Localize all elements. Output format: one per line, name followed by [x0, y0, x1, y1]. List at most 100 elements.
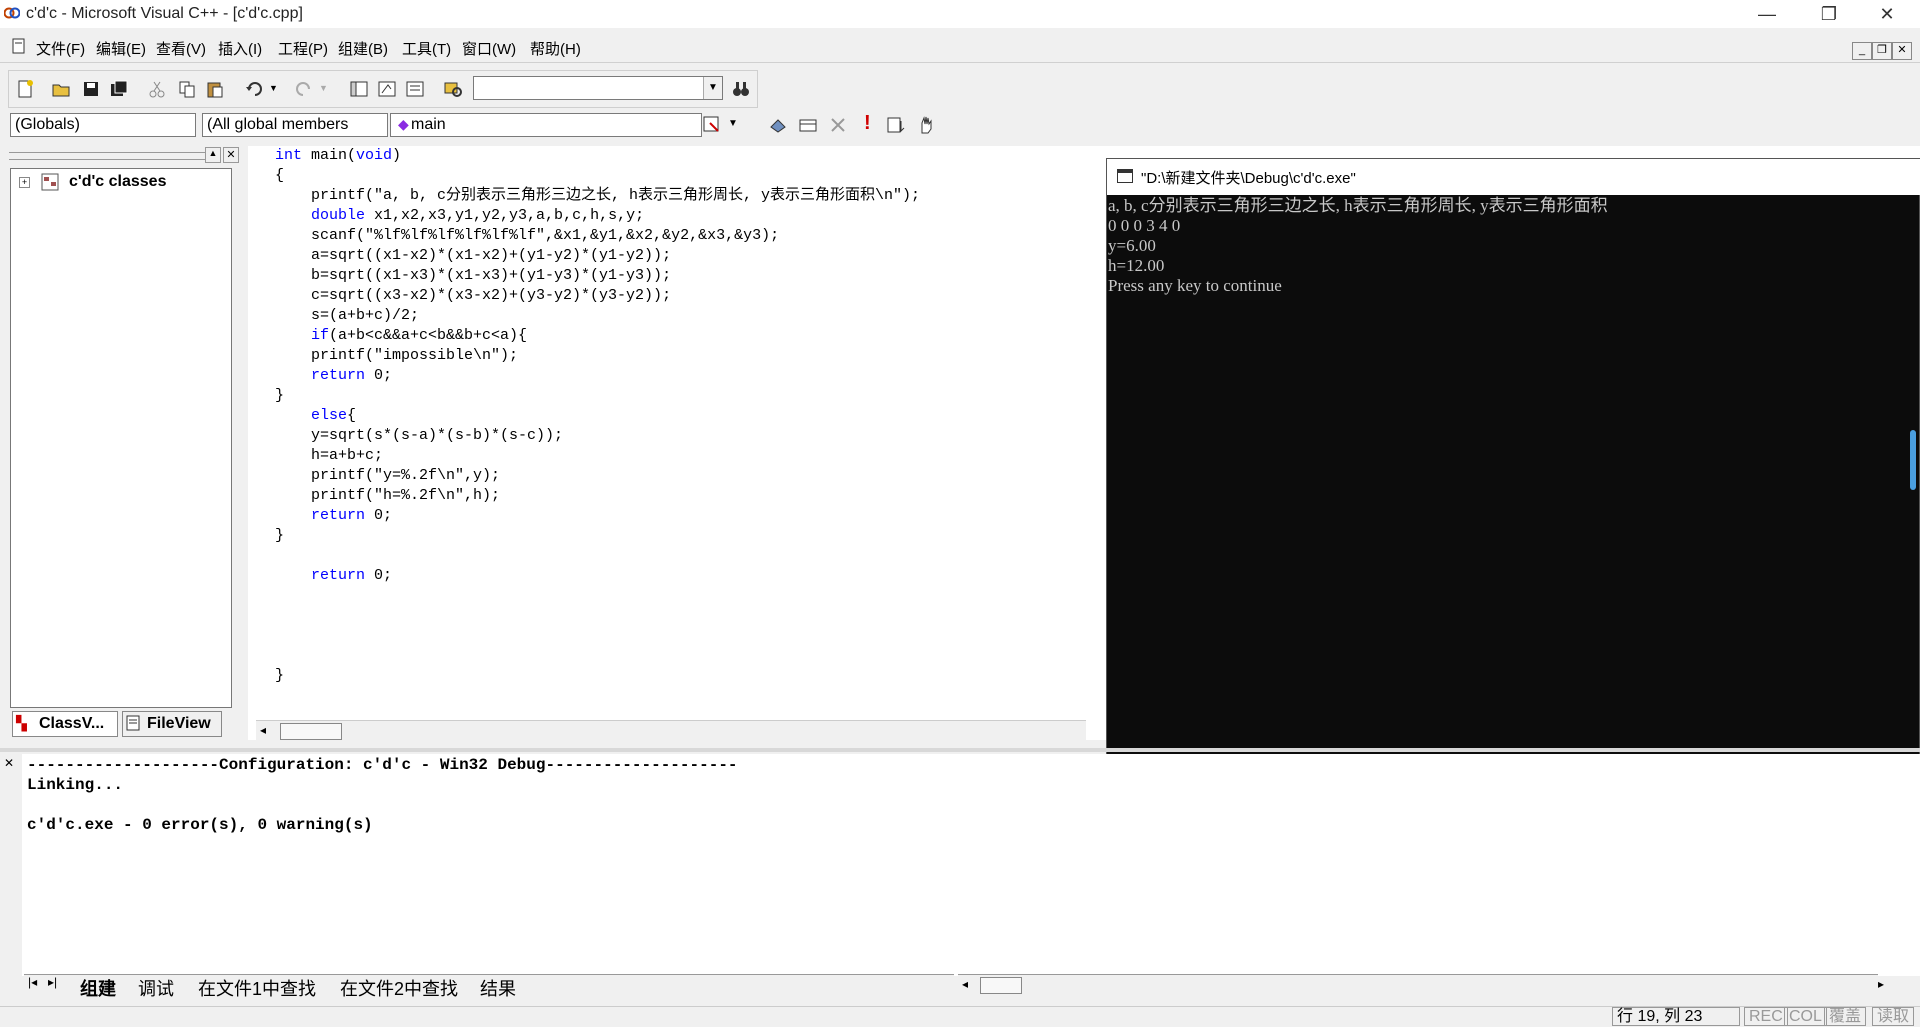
tab-debug[interactable]: 调试	[138, 975, 174, 1001]
source-code[interactable]: int main(void){ printf("a, b, c分别表示三角形三边…	[275, 146, 920, 686]
output-scroll-right-icon[interactable]: ▸	[1878, 977, 1884, 991]
go-debug-icon[interactable]	[886, 115, 906, 135]
tab-scroll-left-icon[interactable]: |◂	[28, 975, 37, 989]
redo-icon[interactable]	[293, 79, 313, 99]
code-line[interactable]: else{	[275, 406, 920, 426]
output-close-icon[interactable]: ✕	[4, 756, 14, 770]
menu-build[interactable]: 组建(B)	[338, 38, 388, 59]
code-line[interactable]: y=sqrt(s*(s-a)*(s-b)*(s-c));	[275, 426, 920, 446]
code-line[interactable]: printf("y=%.2f\n",y);	[275, 466, 920, 486]
breakpoint-hand-icon[interactable]	[916, 115, 936, 135]
scope-combo[interactable]: (Globals)	[10, 113, 196, 137]
build-icon[interactable]	[798, 115, 818, 135]
code-line[interactable]: a=sqrt((x1-x2)*(x1-x2)+(y1-y2)*(y1-y2));	[275, 246, 920, 266]
code-line[interactable]: }	[275, 386, 920, 406]
menu-tools[interactable]: 工具(T)	[402, 38, 451, 59]
member-combo[interactable]: main	[390, 113, 702, 137]
tab-find-in-files-1[interactable]: 在文件1中查找	[198, 975, 316, 1001]
code-line[interactable]: double x1,x2,x3,y1,y2,y3,a,b,c,h,s,y;	[275, 206, 920, 226]
tab-scroll-right-icon[interactable]: ▸|	[48, 975, 57, 989]
output-horizontal-scrollbar[interactable]: ◂ ▸	[958, 974, 1884, 995]
code-line[interactable]	[275, 606, 920, 626]
workspace-icon[interactable]	[349, 79, 369, 99]
code-line[interactable]	[275, 646, 920, 666]
menu-help[interactable]: 帮助(H)	[530, 38, 581, 59]
paste-icon[interactable]	[205, 79, 225, 99]
scroll-left-icon[interactable]: ◂	[260, 723, 266, 737]
workspace-close-icon[interactable]: ✕	[223, 147, 239, 163]
new-file-icon[interactable]	[15, 79, 35, 99]
code-line[interactable]: {	[275, 166, 920, 186]
restore-button[interactable]: ❐	[1806, 0, 1852, 28]
output-scroll-thumb[interactable]	[980, 977, 1022, 994]
find-in-files-icon[interactable]	[443, 79, 463, 99]
editor-horizontal-scrollbar[interactable]: ◂	[256, 720, 1086, 741]
workspace-gripper[interactable]	[9, 152, 205, 160]
output-window-icon[interactable]	[377, 79, 397, 99]
workspace-maximize-icon[interactable]: ▲	[205, 147, 221, 163]
code-line[interactable]: b=sqrt((x1-x3)*(x1-x3)+(y1-y3)*(y1-y3));	[275, 266, 920, 286]
save-all-icon[interactable]	[109, 79, 129, 99]
code-line[interactable]: printf("impossible\n");	[275, 346, 920, 366]
menu-view[interactable]: 查看(V)	[156, 38, 206, 59]
output-scroll-left-icon[interactable]: ◂	[962, 977, 968, 991]
save-icon[interactable]	[81, 79, 101, 99]
menu-edit[interactable]: 编辑(E)	[96, 38, 146, 59]
scroll-thumb[interactable]	[280, 723, 342, 740]
code-text: a=sqrt((x1-x2)*(x1-x2)+(y1-y2)*(y1-y2));	[275, 247, 672, 264]
code-line[interactable]: int main(void)	[275, 146, 920, 166]
expand-icon[interactable]: +	[19, 177, 30, 188]
undo-icon[interactable]	[245, 79, 265, 99]
chevron-down-icon[interactable]: ▼	[703, 77, 722, 99]
code-line[interactable]: if(a+b<c&&a+c<b&&b+c<a){	[275, 326, 920, 346]
mdi-minimize-button[interactable]: _	[1852, 42, 1872, 60]
console-scroll-indicator[interactable]	[1910, 430, 1916, 490]
tab-results[interactable]: 结果	[480, 975, 516, 1001]
console-output: a, b, c分别表示三角形三边之长, h表示三角形周长, y表示三角形面积 0 …	[1108, 196, 1608, 296]
code-line[interactable]: scanf("%lf%lf%lf%lf%lf%lf",&x1,&y1,&x2,&…	[275, 226, 920, 246]
code-line[interactable]	[275, 626, 920, 646]
code-line[interactable]	[275, 586, 920, 606]
filter-combo[interactable]: (All global members	[202, 113, 388, 137]
copy-icon[interactable]	[177, 79, 197, 99]
tab-classview[interactable]: ClassV...	[12, 711, 118, 737]
find-binoculars-icon[interactable]	[731, 79, 751, 99]
code-line[interactable]: printf("a, b, c分别表示三角形三边之长, h表示三角形周长, y表…	[275, 186, 920, 206]
compile-icon[interactable]	[768, 115, 788, 135]
code-line[interactable]: s=(a+b+c)/2;	[275, 306, 920, 326]
menu-insert[interactable]: 插入(I)	[218, 38, 262, 59]
window-list-icon[interactable]	[405, 79, 425, 99]
code-line[interactable]: }	[275, 666, 920, 686]
tree-root-label[interactable]: c'd'c classes	[69, 173, 166, 191]
stop-build-icon[interactable]	[828, 115, 848, 135]
code-line[interactable]: h=a+b+c;	[275, 446, 920, 466]
class-tree: + c'd'c classes	[10, 168, 232, 708]
code-text: }	[275, 527, 285, 544]
code-line[interactable]: }	[275, 526, 920, 546]
open-folder-icon[interactable]	[51, 79, 71, 99]
cut-icon[interactable]	[147, 79, 167, 99]
tab-build[interactable]: 组建	[80, 975, 116, 1001]
wizard-dropdown-icon[interactable]: ▼	[728, 118, 738, 129]
menu-project[interactable]: 工程(P)	[278, 38, 328, 59]
menu-file[interactable]: 文件(F)	[36, 38, 85, 59]
mdi-close-button[interactable]: ✕	[1892, 42, 1912, 60]
code-line[interactable]: printf("h=%.2f\n",h);	[275, 486, 920, 506]
code-line[interactable]: return 0;	[275, 366, 920, 386]
redo-dropdown-icon[interactable]: ▼	[319, 83, 328, 93]
menu-window[interactable]: 窗口(W)	[462, 38, 516, 59]
close-button[interactable]: ✕	[1864, 0, 1910, 28]
minimize-button[interactable]: —	[1744, 0, 1790, 28]
code-line[interactable]: return 0;	[275, 506, 920, 526]
mdi-restore-button[interactable]: ❐	[1872, 42, 1892, 60]
undo-dropdown-icon[interactable]: ▼	[269, 83, 278, 93]
splitter[interactable]	[0, 748, 1920, 752]
wizard-action-icon[interactable]	[702, 115, 722, 135]
code-line[interactable]	[275, 546, 920, 566]
tab-find-in-files-2[interactable]: 在文件2中查找	[340, 975, 458, 1001]
code-line[interactable]: return 0;	[275, 566, 920, 586]
execute-icon[interactable]: !	[864, 112, 871, 135]
find-combo[interactable]: ▼	[473, 76, 723, 100]
code-line[interactable]: c=sqrt((x3-x2)*(x3-x2)+(y3-y2)*(y3-y2));	[275, 286, 920, 306]
